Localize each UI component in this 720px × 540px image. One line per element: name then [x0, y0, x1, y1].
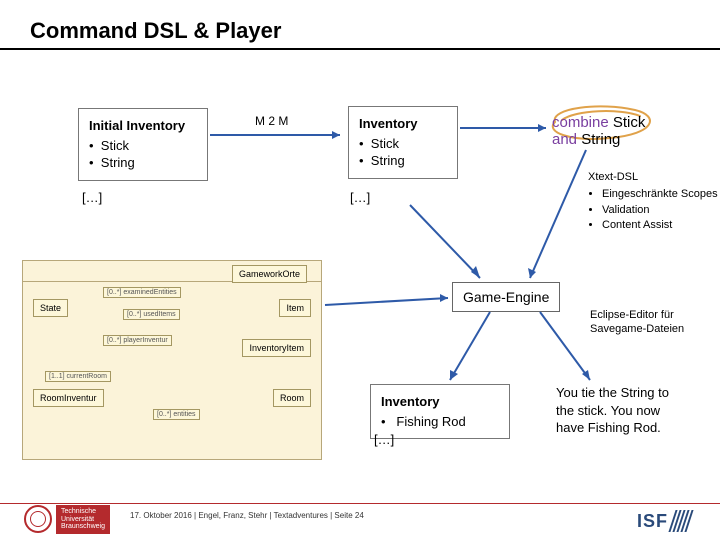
- box-item: • String: [359, 152, 447, 170]
- box-heading: Inventory: [359, 115, 447, 133]
- box-item: • Stick: [359, 135, 447, 153]
- xtext-item: Eingeschränkte Scopes: [602, 187, 718, 202]
- tu-logo: TechnischeUniversitätBraunschweig: [24, 505, 110, 534]
- result-text: You tie the String to the stick. You now…: [556, 384, 686, 437]
- ellipsis-text: […]: [82, 190, 102, 205]
- uml-class: Item: [279, 299, 311, 317]
- xtext-item: Content Assist: [602, 218, 718, 233]
- tu-seal-icon: [24, 505, 52, 533]
- combine-arg: String: [581, 131, 620, 148]
- page-title: Command DSL & Player: [0, 0, 720, 44]
- box-heading: Initial Inventory: [89, 117, 197, 135]
- uml-assoc: [1..1] currentRoom: [45, 371, 111, 382]
- uml-diagram: State GameworkOrte Item InventoryItem Ro…: [22, 260, 322, 460]
- xtext-note: Xtext-DSL Eingeschränkte Scopes Validati…: [588, 170, 718, 234]
- box-initial-inventory: Initial Inventory • Stick • String: [78, 108, 208, 181]
- box-item: • Fishing Rod: [381, 413, 499, 431]
- eclipse-note: Eclipse-Editor für Savegame-Dateien: [590, 308, 710, 337]
- footer: TechnischeUniversitätBraunschweig 17. Ok…: [0, 504, 720, 540]
- uml-class: GameworkOrte: [232, 265, 307, 283]
- isf-bars-icon: [672, 510, 690, 532]
- xtext-item: Validation: [602, 203, 718, 218]
- uml-class: State: [33, 299, 68, 317]
- combine-command: combine Stick and String: [552, 114, 645, 148]
- combine-keyword: combine: [552, 114, 609, 131]
- uml-assoc: [0..*] playerInventur: [103, 335, 172, 346]
- uml-class: InventoryItem: [242, 339, 311, 357]
- box-game-engine: Game-Engine: [452, 282, 560, 312]
- slide: Command DSL & Player Initial Inventory •…: [0, 0, 720, 540]
- combine-keyword: and: [552, 131, 577, 148]
- uml-assoc: [0..*] examinedEntities: [103, 287, 181, 298]
- box-inventory-before: Inventory • Stick • String: [348, 106, 458, 179]
- ellipsis-text: […]: [374, 432, 394, 447]
- isf-text: ISF: [637, 511, 668, 532]
- footer-text: 17. Oktober 2016 | Engel, Franz, Stehr |…: [130, 511, 364, 520]
- ellipsis-text: […]: [350, 190, 370, 205]
- box-heading: Inventory: [381, 393, 499, 411]
- tu-name: TechnischeUniversitätBraunschweig: [56, 505, 110, 534]
- m2m-label: M 2 M: [255, 114, 288, 128]
- box-inventory-after: Inventory • Fishing Rod: [370, 384, 510, 439]
- uml-assoc: [0..*] entities: [153, 409, 200, 420]
- title-divider: [0, 48, 720, 50]
- box-item: • String: [89, 154, 197, 172]
- uml-assoc: [0..*] usedItems: [123, 309, 180, 320]
- uml-class: Room: [273, 389, 311, 407]
- xtext-title: Xtext-DSL: [588, 170, 718, 185]
- uml-class: RoomInventur: [33, 389, 104, 407]
- isf-logo: ISF: [637, 510, 690, 532]
- combine-arg: Stick: [613, 114, 646, 131]
- box-item: • Stick: [89, 137, 197, 155]
